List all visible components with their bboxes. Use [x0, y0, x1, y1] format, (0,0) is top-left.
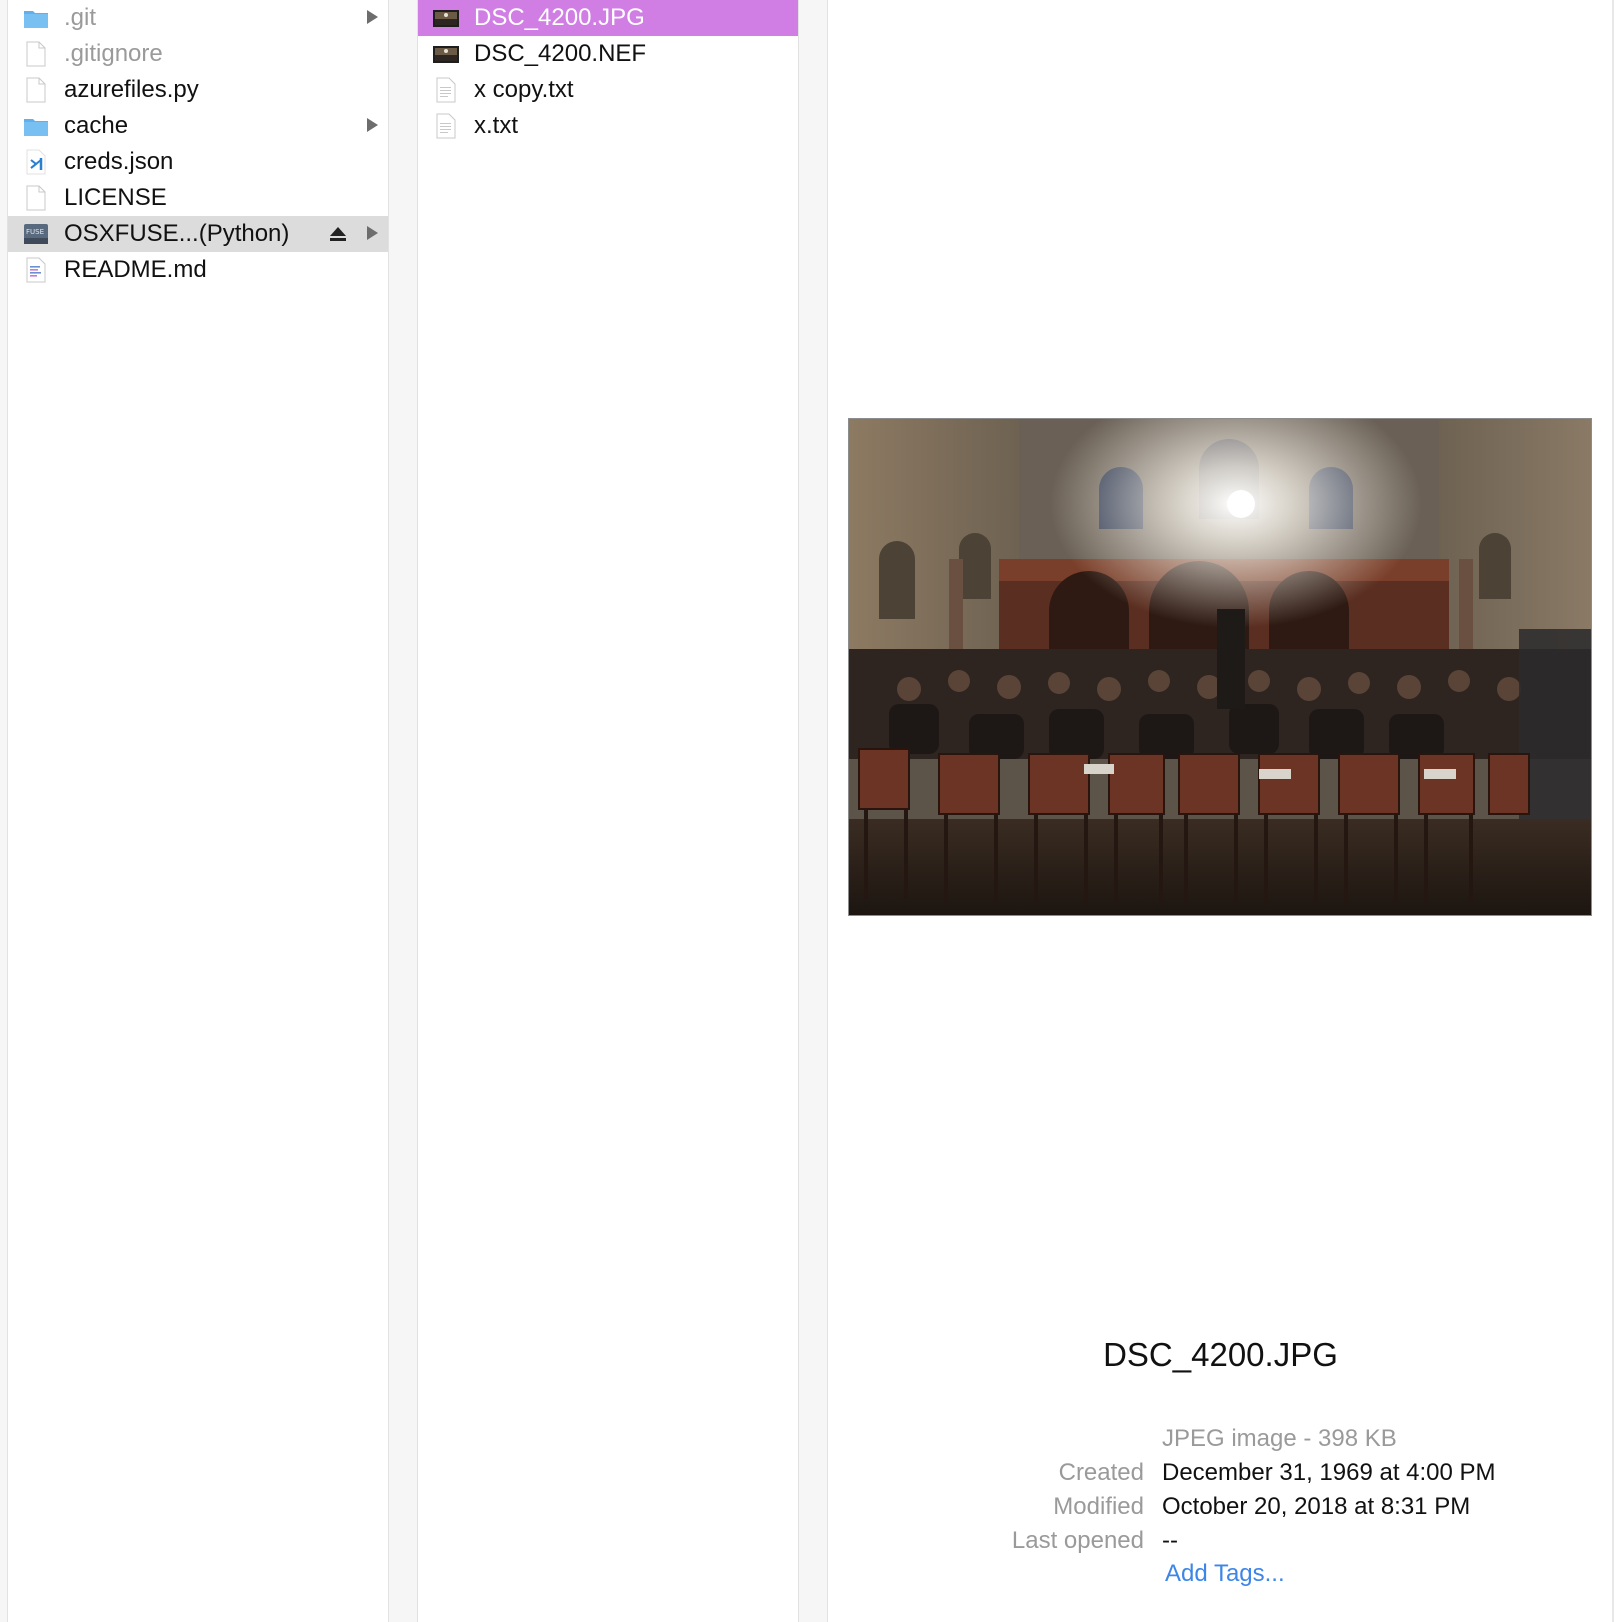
column-resize-gutter[interactable] [389, 0, 417, 1622]
list-item[interactable]: x.txt [418, 108, 798, 144]
created-value: December 31, 1969 at 4:00 PM [1162, 1459, 1496, 1486]
list-item-label: .git [64, 4, 97, 31]
markdown-document-icon [26, 257, 46, 283]
last-opened-value: -- [1162, 1527, 1178, 1554]
created-label: Created [1058, 1459, 1144, 1486]
modified-label: Modified [1053, 1493, 1144, 1520]
list-item-label: LICENSE [64, 184, 167, 211]
list-item-label: azurefiles.py [64, 76, 199, 103]
finder-column-2[interactable]: DSC_4200.JPG DSC_4200.NEF x copy.txt x.t… [417, 0, 798, 1622]
folder-icon [24, 11, 48, 28]
preview-kind-size: JPEG image - 398 KB [1162, 1425, 1397, 1452]
list-item-label: DSC_4200.NEF [474, 40, 647, 67]
fuse-volume-icon: FUSE [24, 224, 48, 244]
list-item-label: x.txt [474, 112, 519, 139]
last-opened-label: Last opened [1011, 1527, 1144, 1554]
chevron-right-icon [367, 118, 378, 132]
photo-preview [848, 418, 1592, 916]
list-item-label: x copy.txt [474, 76, 574, 103]
document-icon [26, 185, 46, 211]
list-item-label: DSC_4200.JPG [474, 4, 645, 31]
list-item[interactable]: .gitignore [8, 36, 388, 72]
list-item-label: OSXFUSE...(Python) [64, 220, 290, 247]
chevron-right-icon [367, 10, 378, 24]
document-icon [26, 77, 46, 103]
list-item[interactable]: LICENSE [8, 180, 388, 216]
text-document-icon [436, 77, 456, 103]
image-thumbnail-icon [433, 46, 459, 63]
chevron-right-icon [367, 226, 378, 240]
window-left-edge [0, 0, 8, 1622]
svg-text:FUSE: FUSE [26, 228, 44, 236]
finder-column-1[interactable]: .git .gitignore azurefiles.py cache cred [8, 0, 388, 1622]
eject-icon[interactable] [328, 224, 348, 244]
list-item[interactable]: README.md [8, 252, 388, 288]
list-item-label: .gitignore [64, 40, 163, 67]
list-item[interactable]: cache [8, 108, 388, 144]
list-item-label: creds.json [64, 148, 174, 175]
list-item-selected[interactable]: DSC_4200.JPG [418, 0, 798, 36]
column-resize-gutter[interactable] [799, 0, 827, 1622]
list-item-label: README.md [64, 256, 207, 283]
list-item[interactable]: creds.json [8, 144, 388, 180]
list-item[interactable]: DSC_4200.NEF [418, 36, 798, 72]
list-item-selected[interactable]: FUSE OSXFUSE...(Python) [8, 216, 388, 252]
preview-filename: DSC_4200.JPG [1103, 1336, 1338, 1373]
modified-value: October 20, 2018 at 8:31 PM [1162, 1493, 1471, 1520]
text-document-icon [436, 113, 456, 139]
document-icon [26, 41, 46, 67]
list-item[interactable]: .git [8, 0, 388, 36]
vscode-json-icon [26, 149, 46, 175]
list-item[interactable]: azurefiles.py [8, 72, 388, 108]
photo-preview-image [849, 419, 1591, 915]
list-item-label: cache [64, 112, 129, 139]
add-tags-link[interactable]: Add Tags... [1165, 1560, 1285, 1588]
folder-icon [24, 119, 48, 136]
list-item[interactable]: x copy.txt [418, 72, 798, 108]
image-thumbnail-icon [433, 10, 459, 27]
